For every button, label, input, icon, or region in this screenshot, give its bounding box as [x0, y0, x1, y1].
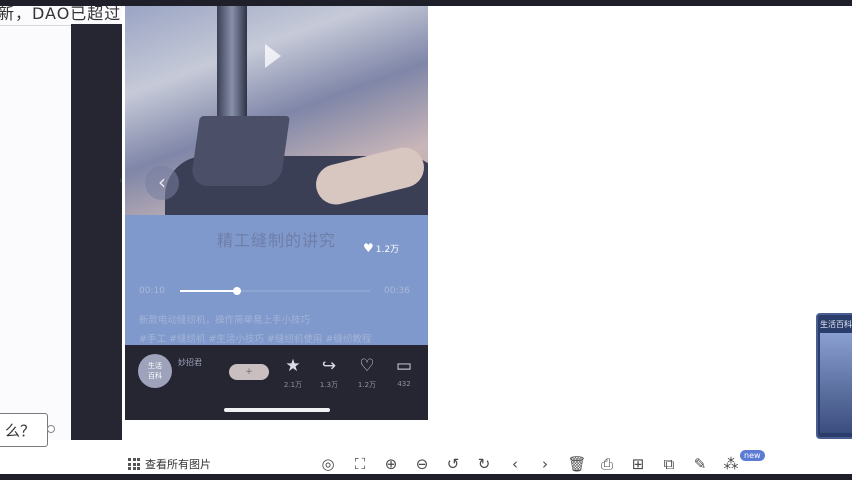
favorite-count: 2.1万 [283, 381, 303, 389]
comment-button[interactable]: ▭ 432 [390, 356, 418, 388]
background-question-box[interactable]: 么？ [0, 413, 48, 447]
print-icon[interactable]: ⎙ [597, 454, 617, 474]
home-indicator [224, 408, 330, 412]
extract-text-icon[interactable]: ⊞ [628, 454, 648, 474]
previous-icon[interactable]: ‹ [505, 454, 525, 474]
more-tools-icon[interactable]: ⁂ [721, 454, 741, 474]
background-dark-panel [71, 24, 122, 440]
time-current: 00:10 [139, 286, 165, 296]
author-name[interactable]: 妙招君 [178, 357, 202, 368]
favorite-button[interactable]: ★ 2.1万 [279, 356, 307, 390]
connector-handle-icon[interactable] [47, 425, 55, 433]
action-bar: 生活 百科 妙招君 + ★ 2.1万 ↪ 1.3万 ♡ 1.2万 ▭ 432 [125, 345, 428, 420]
video-hashtags: #手工 #缝纫机 #生活小技巧 #缝纫机使用 #缝纫教程 [139, 334, 372, 345]
like-button-count: 1.2万 [357, 381, 377, 389]
delete-icon[interactable]: 🗑 [567, 454, 587, 474]
view-all-images-button[interactable]: 查看所有图片 [128, 456, 211, 472]
play-icon[interactable] [265, 44, 281, 68]
progress-bar[interactable] [180, 287, 370, 295]
next-icon[interactable]: › [535, 454, 555, 474]
like-count[interactable]: ♥ 1.2万 [363, 241, 399, 255]
presser-foot [190, 116, 290, 186]
like-count-label: 1.2万 [375, 245, 400, 255]
progress-knob[interactable] [233, 287, 241, 295]
video-info-panel: 精工缝制的讲究 ♥ 1.2万 00:10 00:36 新款电动缝纫机，操作简单易上… [125, 215, 428, 345]
crop-icon[interactable]: ⧉ [659, 454, 679, 474]
comment-count: 432 [397, 380, 411, 388]
thumbnail-label: 生活百科 [820, 320, 852, 329]
previous-image-button[interactable]: ‹ [145, 166, 179, 200]
video-description: 新款电动缝纫机，操作简单易上手小技巧 [139, 315, 311, 326]
progress-fill [180, 290, 237, 292]
background-document: 新，DAO已超过 么？ [0, 4, 122, 447]
star-icon: ★ [285, 356, 301, 376]
grid-icon [128, 458, 140, 470]
new-badge: new [740, 450, 765, 461]
zoom-in-icon[interactable]: ⊕ [381, 454, 401, 474]
video-frame: ‹ [125, 6, 428, 216]
share-count: 1.3万 [319, 381, 339, 389]
like-button[interactable]: ♡ 1.2万 [353, 356, 381, 390]
image-viewer-photo: ‹ 精工缝制的讲究 ♥ 1.2万 00:10 00:36 新款电动缝纫机，操作简单… [125, 6, 428, 420]
background-heading: 新，DAO已超过 [0, 4, 122, 23]
share-button[interactable]: ↪ 1.3万 [315, 356, 343, 390]
thumbnail-image [820, 333, 852, 433]
bottom-window-strip [0, 474, 852, 480]
edit-icon[interactable]: ✎ [690, 454, 710, 474]
follow-button[interactable]: + [229, 364, 269, 380]
fit-screen-icon[interactable]: ⛶ [350, 454, 370, 474]
heart-icon: ♥ [363, 241, 374, 255]
share-icon: ↪ [321, 356, 337, 376]
view-all-label: 查看所有图片 [145, 458, 211, 471]
rotate-right-icon[interactable]: ↻ [474, 454, 494, 474]
zoom-out-icon[interactable]: ⊖ [412, 454, 432, 474]
caret-left-icon: ‹ [119, 176, 123, 186]
rotate-left-icon[interactable]: ↺ [443, 454, 463, 474]
time-total: 00:36 [384, 286, 410, 296]
heart-outline-icon: ♡ [359, 356, 375, 376]
comment-icon: ▭ [395, 356, 413, 376]
next-image-thumbnail[interactable]: 生活百科 [816, 313, 852, 439]
mouse-icon[interactable]: ◎ [318, 454, 338, 474]
avatar[interactable]: 生活 百科 [138, 354, 172, 388]
